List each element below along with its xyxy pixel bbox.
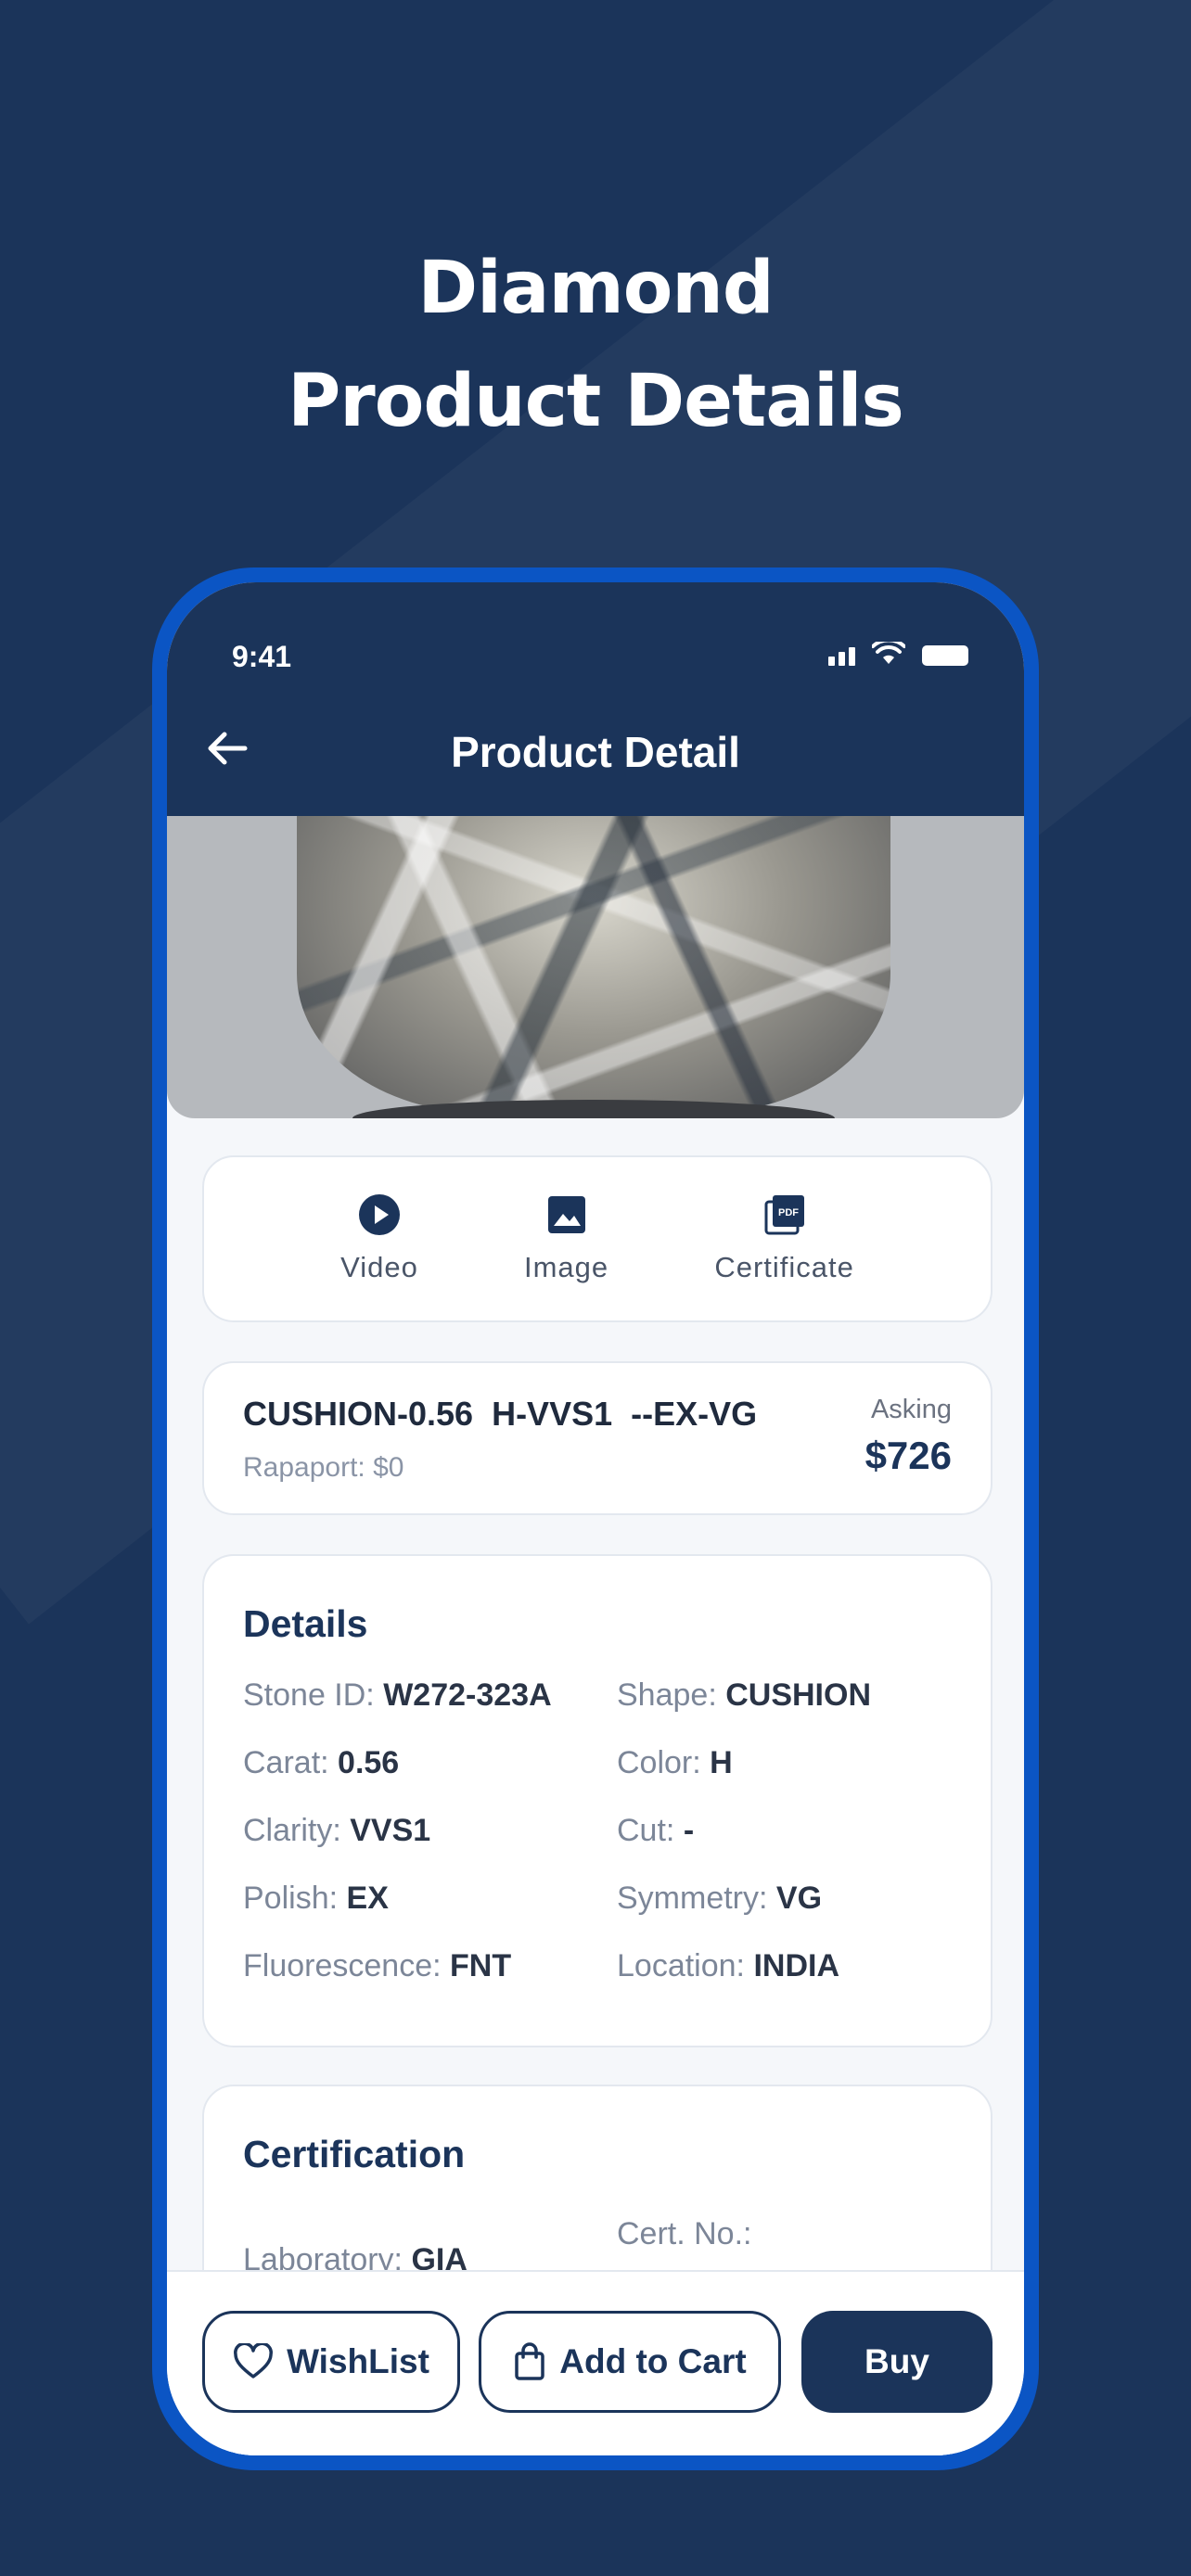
- detail-color: Color: H: [617, 1745, 733, 1780]
- cert-number-label: Cert. No.:: [617, 2216, 752, 2251]
- details-card: Details Stone ID: W272-323A Shape: CUSHI…: [202, 1554, 992, 2047]
- buy-label: Buy: [864, 2342, 929, 2380]
- image-icon: [547, 1196, 585, 1233]
- asking-price: $726: [864, 1434, 952, 1477]
- wishlist-button[interactable]: WishList: [202, 2311, 460, 2413]
- app-bar: 9:41 Product Detail: [167, 582, 1024, 816]
- details-grid: Stone ID: W272-323A Shape: CUSHION Carat…: [243, 1677, 967, 1983]
- status-time: 9:41: [232, 640, 292, 673]
- video-button[interactable]: Video: [340, 1157, 418, 1320]
- wifi-icon: [872, 642, 905, 664]
- detail-symmetry: Symmetry: VG: [617, 1881, 823, 1916]
- image-button[interactable]: Image: [524, 1157, 608, 1320]
- battery-icon: [922, 645, 968, 666]
- certification-title: Certification: [243, 2133, 466, 2175]
- detail-location: Location: INDIA: [617, 1948, 840, 1983]
- buy-button[interactable]: Buy: [801, 2311, 992, 2413]
- nav-bar: Product Detail: [167, 703, 1024, 796]
- certificate-button[interactable]: PDF Certificate: [714, 1157, 854, 1320]
- shopping-bag-icon: [515, 2342, 545, 2380]
- phone-screen: 9:41 Product Detail Video Image PDF Cert…: [167, 582, 1024, 2455]
- detail-stone-id: Stone ID: W272-323A: [243, 1677, 552, 1713]
- heart-icon: [234, 2343, 274, 2378]
- pdf-icon: PDF: [764, 1195, 804, 1235]
- image-label: Image: [523, 1251, 609, 1283]
- video-label: Video: [340, 1251, 418, 1283]
- add-to-cart-label: Add to Cart: [559, 2342, 747, 2380]
- hero-line-1: Diamond: [417, 247, 774, 330]
- add-to-cart-button[interactable]: Add to Cart: [479, 2311, 781, 2413]
- status-bar: 9:41: [167, 629, 1024, 684]
- detail-carat: Carat: 0.56: [243, 1745, 400, 1780]
- phone-frame: 9:41 Product Detail Video Image PDF Cert…: [152, 567, 1039, 2470]
- detail-fluorescence: Fluorescence: FNT: [243, 1948, 512, 1983]
- detail-polish: Polish: EX: [243, 1881, 389, 1916]
- hero-heading: Diamond Product Details: [0, 232, 1191, 458]
- detail-shape: Shape: CUSHION: [617, 1677, 872, 1713]
- certificate-label: Certificate: [714, 1251, 854, 1283]
- play-circle-icon: [358, 1194, 400, 1235]
- stone-title: CUSHION-0.56 H-VVS1 --EX-VG: [243, 1395, 758, 1433]
- signal-icon: [828, 645, 855, 666]
- asking-label: Asking: [870, 1395, 952, 1424]
- media-tabs: Video Image PDF Certificate: [202, 1155, 992, 1322]
- status-icons: [828, 642, 968, 666]
- wishlist-label: WishList: [287, 2342, 429, 2380]
- hero-line-2: Product Details: [288, 360, 904, 443]
- diamond-image[interactable]: [167, 816, 1024, 1118]
- price-summary-card: CUSHION-0.56 H-VVS1 --EX-VG Rapaport: $0…: [202, 1361, 992, 1515]
- detail-cut: Cut: -: [617, 1813, 695, 1848]
- svg-text:PDF: PDF: [778, 1207, 799, 1218]
- detail-clarity: Clarity: VVS1: [243, 1813, 431, 1848]
- page-title: Product Detail: [451, 728, 740, 776]
- details-title: Details: [243, 1602, 368, 1645]
- action-bar: WishList Add to Cart Buy: [167, 2270, 1024, 2455]
- rapaport-price: Rapaport: $0: [243, 1452, 404, 1483]
- diamond-gem: [297, 816, 890, 1113]
